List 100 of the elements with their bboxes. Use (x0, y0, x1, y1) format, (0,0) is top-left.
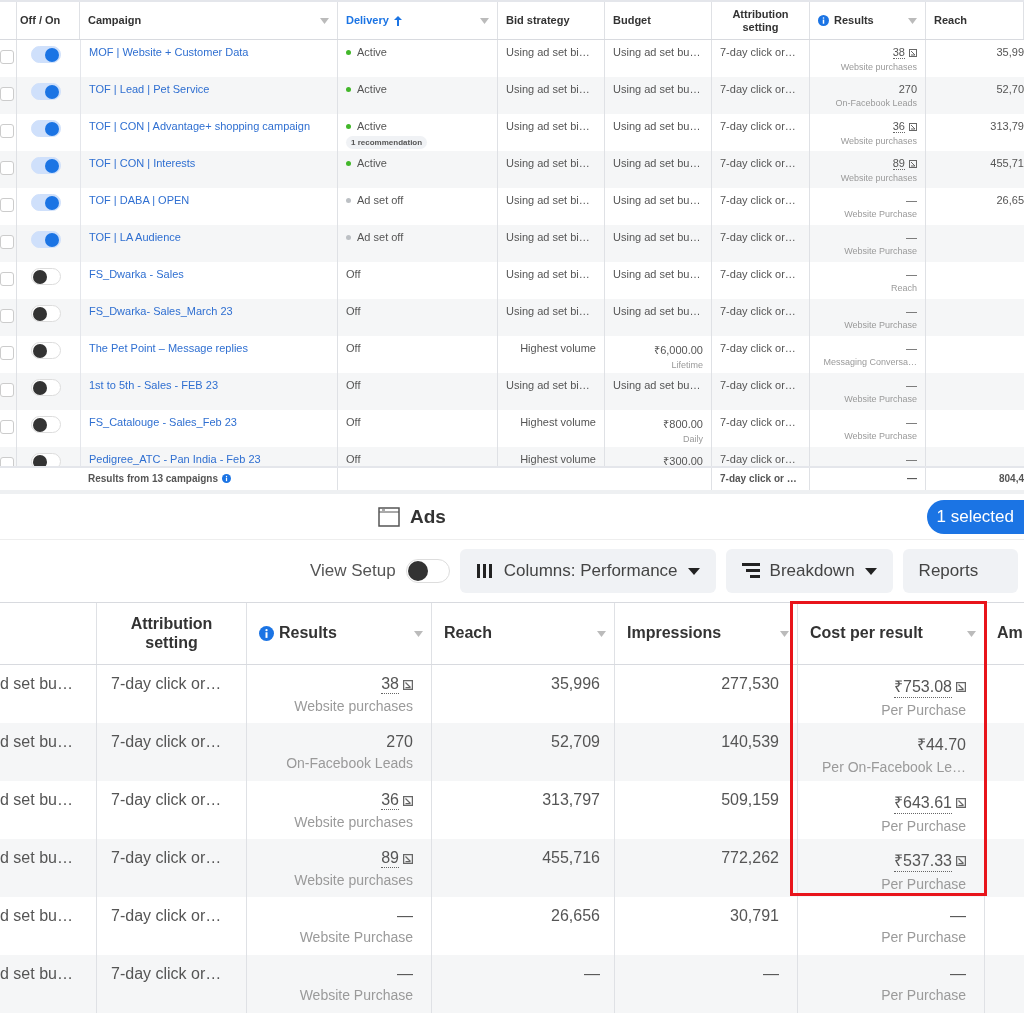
dropdown-caret-icon (687, 567, 700, 575)
impressions-value: 277,530 (721, 675, 779, 693)
caret-icon[interactable] (480, 17, 489, 24)
column-header[interactable]: Cost per result (798, 603, 985, 664)
caret-icon[interactable] (414, 630, 423, 637)
attribution-text: 7-day click or… (720, 157, 796, 169)
column-header[interactable]: Attribution setting (97, 603, 247, 664)
column-header[interactable]: Results (810, 2, 926, 39)
row-checkbox[interactable] (0, 420, 14, 434)
on-off-toggle[interactable] (31, 157, 61, 174)
caret-icon[interactable] (967, 630, 976, 637)
column-header[interactable]: Attribution setting (712, 2, 810, 39)
row-checkbox[interactable] (0, 235, 14, 249)
column-header[interactable]: Impressions (615, 603, 798, 664)
bid-strategy-text: d set bu… (0, 675, 73, 693)
panel-title: Ads (410, 505, 446, 528)
caret-icon[interactable] (320, 17, 329, 24)
row-checkbox[interactable] (0, 87, 14, 101)
result-value: 89 (892, 157, 917, 170)
reach-value: 52,709 (551, 733, 600, 751)
campaign-link[interactable]: TOF | DABA | OPEN (89, 194, 190, 206)
column-header[interactable]: Campaign (80, 2, 338, 39)
attribution-text: 7-day click or… (720, 46, 796, 58)
toolbar-button[interactable]: Columns: Performance (459, 549, 716, 593)
on-off-toggle[interactable] (31, 46, 61, 63)
attribution-text: 7-day click or… (111, 733, 222, 751)
attribution-text: 7-day click or… (111, 965, 222, 983)
on-off-toggle[interactable] (31, 194, 61, 211)
campaign-link[interactable]: TOF | LA Audience (89, 231, 181, 243)
campaign-link[interactable]: TOF | CON | Interests (89, 157, 196, 169)
budget-period-text: Lifetime (671, 360, 703, 370)
attribution-text: 7-day click or … (720, 473, 797, 484)
budget-text: Using ad set bu… (613, 268, 701, 280)
toolbar-button[interactable]: Breakdown (725, 549, 893, 593)
row-checkbox[interactable] (0, 50, 14, 64)
caret-icon[interactable] (597, 630, 606, 637)
row-checkbox[interactable] (0, 161, 14, 175)
on-off-toggle[interactable] (31, 453, 61, 466)
attribution-text: 7-day click or… (111, 907, 222, 925)
row-checkbox[interactable] (0, 124, 14, 138)
attribution-icon (956, 797, 966, 808)
delivery-status: Off (346, 416, 361, 428)
attribution-icon (909, 122, 917, 131)
toolbar-button[interactable]: Reports (902, 549, 1019, 593)
campaign-link[interactable]: MOF | Website + Customer Data (89, 46, 249, 58)
impressions-value: 30,791 (730, 907, 779, 925)
campaign-link[interactable]: FS_Dwarka- Sales_March 23 (89, 305, 233, 317)
column-header[interactable]: Reach (926, 2, 1024, 39)
on-off-toggle[interactable] (31, 416, 61, 433)
selected-count-badge[interactable]: 1 selected (926, 499, 1024, 534)
delivery-status: Active (346, 83, 387, 95)
attribution-text: 7-day click or… (720, 305, 796, 317)
column-header[interactable]: Budget (605, 2, 712, 39)
attribution-text: 7-day click or… (720, 416, 796, 428)
campaign-link[interactable]: FS_Catalouge - Sales_Feb 23 (89, 416, 237, 428)
caret-icon[interactable] (780, 630, 789, 637)
on-off-toggle[interactable] (31, 83, 61, 100)
delivery-status: Ad set off (346, 194, 404, 206)
row-checkbox[interactable] (0, 198, 14, 212)
column-header[interactable]: Results (247, 603, 432, 664)
row-checkbox[interactable] (0, 272, 14, 286)
column-header[interactable]: Am (985, 603, 1024, 664)
delivery-status: Off (346, 342, 361, 354)
recommendation-badge[interactable]: 1 recommendation (346, 136, 428, 149)
attribution-text: 7-day click or… (111, 849, 222, 867)
on-off-toggle[interactable] (31, 379, 61, 396)
row-checkbox[interactable] (0, 346, 14, 360)
bid-strategy-text: Using ad set bi… (506, 120, 590, 132)
on-off-toggle[interactable] (31, 305, 61, 322)
campaign-link[interactable]: FS_Dwarka - Sales (89, 268, 184, 280)
on-off-toggle[interactable] (31, 231, 61, 248)
attribution-text: 7-day click or… (720, 194, 796, 206)
budget-text: Using ad set bu… (613, 46, 701, 58)
campaign-link[interactable]: Pedigree_ATC - Pan India - Feb 23 (89, 453, 261, 465)
column-header[interactable]: Bid strategy (498, 2, 605, 39)
attribution-text: 7-day click or… (720, 342, 796, 354)
row-checkbox[interactable] (0, 309, 14, 323)
attribution-icon (956, 855, 966, 866)
attribution-text: 7-day click or… (720, 120, 796, 132)
view-setup-toggle[interactable] (405, 559, 450, 583)
row-checkbox[interactable] (0, 383, 14, 397)
result-value: 270 (898, 83, 917, 95)
attribution-icon (403, 795, 413, 806)
on-off-toggle[interactable] (31, 342, 61, 359)
campaign-link[interactable]: TOF | Lead | Pet Service (89, 83, 210, 95)
column-header[interactable]: Off / On (12, 2, 80, 39)
campaign-link[interactable]: 1st to 5th - Sales - FEB 23 (89, 379, 218, 391)
campaign-link[interactable]: TOF | CON | Advantage+ shopping campaign (89, 120, 311, 132)
result-type-text: Website purchases (294, 698, 413, 714)
bid-strategy-text: Using ad set bi… (506, 194, 590, 206)
on-off-toggle[interactable] (31, 268, 61, 285)
result-type-text: Reach (891, 283, 917, 293)
column-header[interactable]: Delivery (338, 2, 498, 39)
column-header[interactable]: Reach (432, 603, 615, 664)
campaign-link[interactable]: The Pet Point – Message replies (89, 342, 248, 354)
caret-icon[interactable] (908, 17, 917, 24)
delivery-status: Off (346, 268, 361, 280)
attribution-icon (956, 681, 966, 692)
on-off-toggle[interactable] (31, 120, 61, 137)
bid-strategy-text: Highest volume (520, 342, 596, 354)
